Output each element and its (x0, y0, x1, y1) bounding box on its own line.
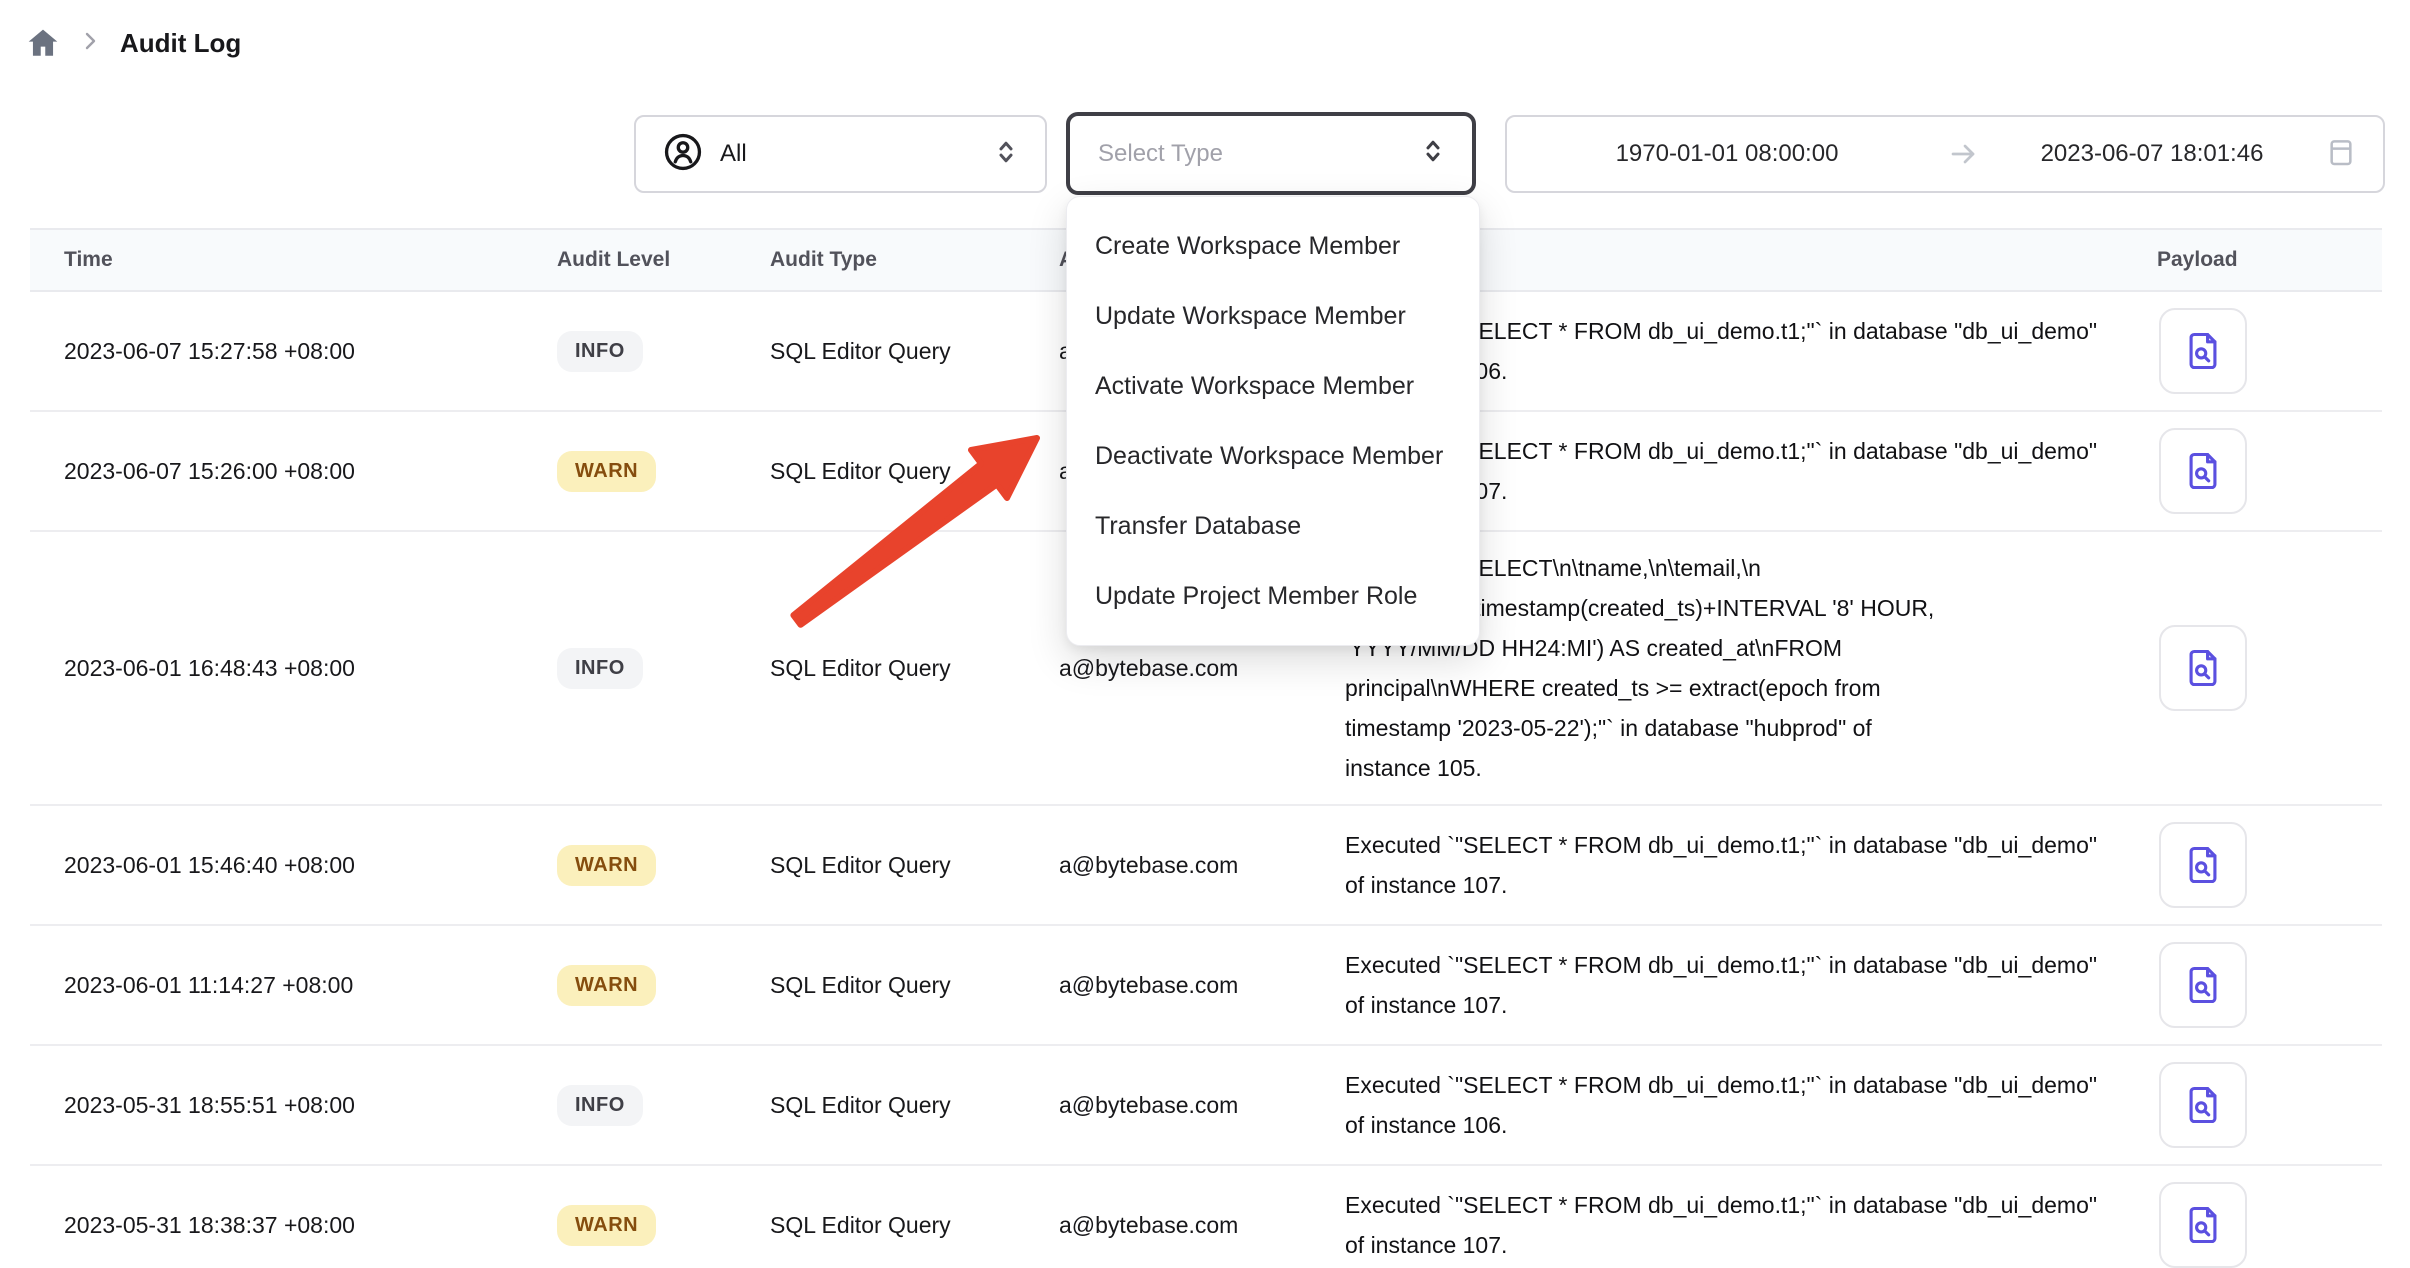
table-row: 2023-06-01 11:14:27 +08:00 WARN SQL Edit… (30, 926, 2382, 1046)
cell-comment: Executed `"SELECT * FROM db_ui_demo.t1;"… (1345, 1065, 2157, 1145)
payload-view-button[interactable] (2159, 428, 2247, 514)
cell-audit-type: SQL Editor Query (770, 338, 1059, 365)
menu-item-deactivate-workspace-member[interactable]: Deactivate Workspace Member (1067, 421, 1479, 491)
cell-audit-type: SQL Editor Query (770, 1092, 1059, 1119)
cell-actor: a@bytebase.com (1059, 655, 1345, 682)
cell-actor: a@bytebase.com (1059, 1212, 1345, 1239)
menu-item-update-project-member[interactable]: Update Project Member Role (1067, 561, 1479, 631)
menu-item-create-workspace-member[interactable]: Create Workspace Member (1067, 211, 1479, 281)
actor-filter-value: All (720, 140, 975, 168)
cell-comment: Executed `"SELECT * FROM db_ui_demo.t1;"… (1345, 825, 2157, 905)
audit-level-badge: WARN (557, 965, 656, 1006)
type-filter-placeholder: Select Type (1098, 140, 1418, 168)
audit-level-badge: WARN (557, 1205, 656, 1246)
cell-actor: a@bytebase.com (1059, 852, 1345, 879)
cell-actor: a@bytebase.com (1059, 1092, 1345, 1119)
cell-audit-type: SQL Editor Query (770, 655, 1059, 682)
cell-time: 2023-06-01 15:46:40 +08:00 (64, 852, 557, 879)
file-search-icon (2181, 646, 2225, 690)
payload-view-button[interactable] (2159, 1062, 2247, 1148)
date-range-start[interactable]: 1970-01-01 08:00:00 (1507, 140, 1947, 168)
audit-level-badge: INFO (557, 1085, 643, 1126)
file-search-icon (2181, 329, 2225, 373)
column-header-level: Audit Level (557, 248, 770, 272)
menu-item-transfer-database[interactable]: Transfer Database (1067, 491, 1479, 561)
cell-comment: Executed `"SELECT * FROM db_ui_demo.t1;"… (1345, 1185, 2157, 1265)
cell-time: 2023-06-07 15:27:58 +08:00 (64, 338, 557, 365)
cell-audit-type: SQL Editor Query (770, 1212, 1059, 1239)
file-search-icon (2181, 1203, 2225, 1247)
cell-actor: a@bytebase.com (1059, 972, 1345, 999)
payload-view-button[interactable] (2159, 942, 2247, 1028)
payload-view-button[interactable] (2159, 822, 2247, 908)
menu-item-update-workspace-member[interactable]: Update Workspace Member (1067, 281, 1479, 351)
calendar-icon (2325, 136, 2357, 173)
cell-time: 2023-06-01 11:14:27 +08:00 (64, 972, 557, 999)
column-header-time: Time (64, 248, 557, 272)
cell-time: 2023-06-07 15:26:00 +08:00 (64, 458, 557, 485)
chevron-right-icon (78, 29, 102, 58)
table-row: 2023-05-31 18:38:37 +08:00 WARN SQL Edit… (30, 1166, 2382, 1268)
page-title: Audit Log (120, 28, 241, 59)
audit-level-badge: INFO (557, 331, 643, 372)
user-circle-icon (662, 131, 704, 178)
type-filter-select[interactable]: Select Type (1066, 112, 1476, 195)
type-dropdown-menu: Create Workspace Member Update Workspace… (1066, 196, 1480, 646)
cell-audit-type: SQL Editor Query (770, 852, 1059, 879)
cell-time: 2023-05-31 18:55:51 +08:00 (64, 1092, 557, 1119)
actor-filter-select[interactable]: All (634, 115, 1047, 193)
file-search-icon (2181, 843, 2225, 887)
menu-item-activate-workspace-member[interactable]: Activate Workspace Member (1067, 351, 1479, 421)
column-header-payload: Payload (2157, 248, 2382, 272)
audit-level-badge: WARN (557, 451, 656, 492)
table-row: 2023-06-01 15:46:40 +08:00 WARN SQL Edit… (30, 806, 2382, 926)
audit-level-badge: WARN (557, 845, 656, 886)
cell-comment: Executed `"SELECT * FROM db_ui_demo.t1;"… (1345, 945, 2157, 1025)
cell-audit-type: SQL Editor Query (770, 972, 1059, 999)
column-header-type: Audit Type (770, 248, 1059, 272)
file-search-icon (2181, 1083, 2225, 1127)
cell-time: 2023-06-01 16:48:43 +08:00 (64, 655, 557, 682)
date-range-picker[interactable]: 1970-01-01 08:00:00 2023-06-07 18:01:46 (1505, 115, 2385, 193)
payload-view-button[interactable] (2159, 308, 2247, 394)
chevron-updown-icon (1418, 136, 1448, 171)
audit-log-page: Audit Log All Select Type 1970-01-01 08:… (0, 0, 2410, 1268)
file-search-icon (2181, 963, 2225, 1007)
cell-time: 2023-05-31 18:38:37 +08:00 (64, 1212, 557, 1239)
table-row: 2023-05-31 18:55:51 +08:00 INFO SQL Edit… (30, 1046, 2382, 1166)
chevron-updown-icon (991, 137, 1021, 172)
breadcrumb: Audit Log (26, 26, 241, 60)
date-range-end[interactable]: 2023-06-07 18:01:46 (1979, 140, 2325, 168)
payload-view-button[interactable] (2159, 625, 2247, 711)
home-icon[interactable] (26, 26, 60, 60)
cell-audit-type: SQL Editor Query (770, 458, 1059, 485)
file-search-icon (2181, 449, 2225, 493)
payload-view-button[interactable] (2159, 1182, 2247, 1268)
audit-level-badge: INFO (557, 648, 643, 689)
arrow-right-icon (1947, 138, 1979, 170)
